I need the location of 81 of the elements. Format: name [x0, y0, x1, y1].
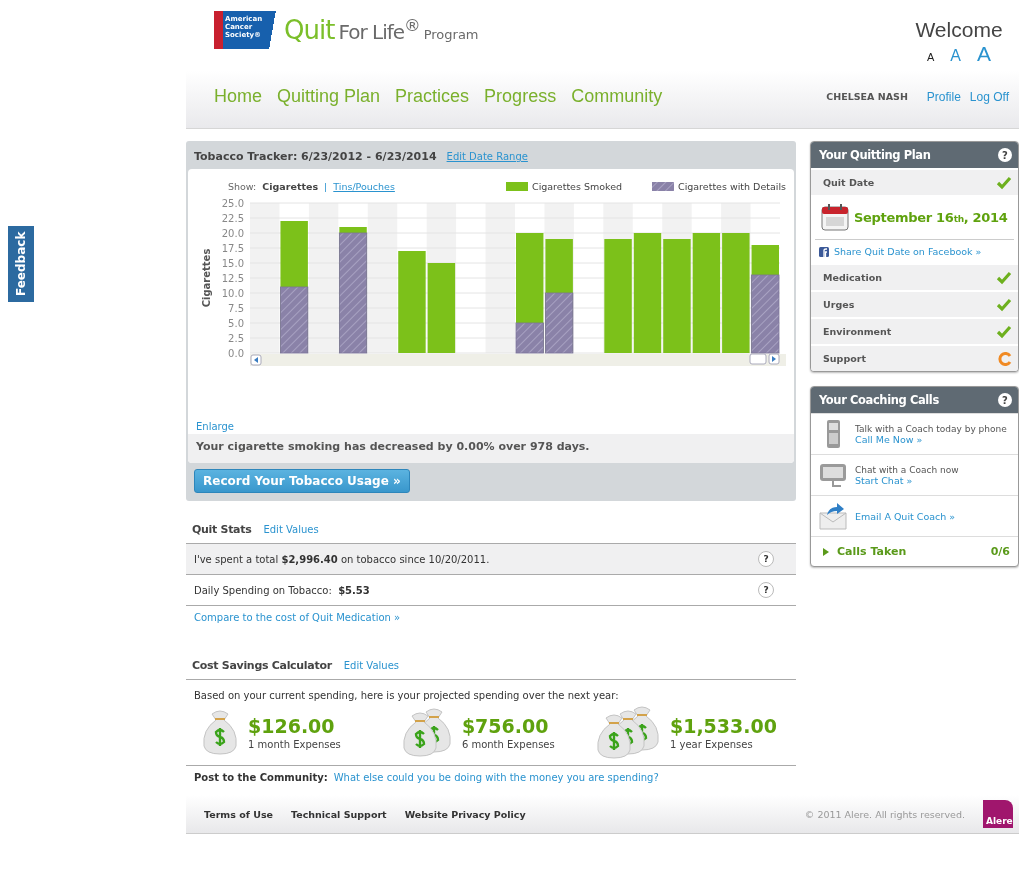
help-icon[interactable]: ?: [758, 551, 774, 567]
brand-name: For Life$^{®}$: [338, 16, 420, 44]
y-tick-label: 10.0: [221, 288, 244, 299]
expense-caption: 1 year Expenses: [669, 738, 754, 750]
section-title: Quit Stats: [192, 523, 252, 536]
summary-text: Your cigarette smoking has decreased by 0.00% over 978 days.: [188, 434, 794, 463]
expense-caption: 6 month Expenses: [461, 738, 555, 750]
coach-text: Chat with a Coach now: [855, 464, 959, 475]
nav-link[interactable]: Progress: [484, 86, 557, 107]
footer-link[interactable]: Technical Support: [291, 808, 387, 820]
y-tick-label: 15.0: [221, 258, 244, 269]
intro-text: Based on your current spending, here is your projected spending over the next year:: [194, 690, 620, 701]
expense-amount: $126.00: [248, 714, 336, 737]
legend-item: Cigarettes with Details: [652, 181, 787, 192]
nav-link[interactable]: Quitting Plan: [277, 86, 381, 107]
user-name: CHELSEA NASH: [826, 91, 908, 102]
y-axis-title: Cigarettes: [201, 248, 212, 308]
feedback-tab[interactable]: Feedback: [8, 226, 34, 302]
expense-caption: 1 month Expenses: [248, 738, 341, 750]
expense-amount: $1,533.00: [669, 714, 777, 737]
show-option[interactable]: Tins/Pouches: [333, 181, 395, 192]
expense-amount: $756.00: [461, 714, 550, 737]
account-link[interactable]: Profile: [926, 89, 961, 104]
legend-item: Cigarettes Smoked: [506, 181, 623, 192]
nav-link[interactable]: Practices: [395, 86, 470, 107]
edit-date-range-link[interactable]: Edit Date Range: [446, 151, 528, 162]
y-tick-label: 25.0: [221, 198, 244, 209]
company-logo: Alere: [983, 800, 1013, 828]
coach-link[interactable]: Email A Quit Coach »: [855, 510, 956, 522]
edit-values-link[interactable]: Edit Values: [263, 524, 319, 535]
enlarge-link[interactable]: Enlarge: [188, 379, 794, 434]
footer-link[interactable]: Website Privacy Policy: [404, 808, 526, 820]
section-title: Cost Savings Calculator: [192, 659, 332, 672]
plan-step-label[interactable]: Medication: [823, 272, 883, 283]
y-tick-label: 12.5: [221, 273, 244, 284]
coach-link[interactable]: Start Chat »: [855, 474, 959, 486]
coach-link[interactable]: Call Me Now »: [855, 433, 1007, 445]
y-tick-label: 0.0: [228, 348, 244, 359]
text-size-link[interactable]: A: [927, 51, 935, 63]
panel-title: Your Quitting Plan: [819, 148, 931, 162]
copyright-text: © 2011 Alere. All rights reserved.: [804, 808, 965, 820]
tracker-title: Tobacco Tracker: 6/23/2012 - 6/23/2014: [194, 150, 437, 163]
y-tick-label: 7.5: [228, 303, 244, 314]
coach-text: Talk with a Coach today by phone: [855, 423, 1007, 434]
help-icon[interactable]: ?: [998, 148, 1012, 162]
calls-taken-count: 0/6: [990, 545, 1010, 558]
show-label: Show:: [228, 181, 257, 192]
nav-link[interactable]: Community: [571, 86, 663, 107]
nav-link[interactable]: Home: [214, 86, 262, 107]
y-tick-label: 17.5: [221, 243, 244, 254]
stat-text: Daily Spending on Tobacco: $5.53: [194, 584, 370, 596]
post-label: Post to the Community:: [194, 772, 328, 783]
plan-step-label[interactable]: Urges: [823, 299, 855, 310]
help-icon[interactable]: ?: [998, 393, 1012, 407]
calls-taken-label[interactable]: Calls Taken: [837, 545, 907, 558]
plan-step-label[interactable]: Support: [823, 353, 866, 364]
stat-text: I've spent a total $2,996.40 on tobacco since 10/20/2011.: [194, 553, 490, 565]
legend-label: Cigarettes with Details: [678, 181, 787, 192]
welcome-text: Welcome: [915, 18, 1003, 42]
help-icon[interactable]: ?: [758, 582, 774, 598]
legend-label: Cigarettes Smoked: [532, 181, 623, 192]
footer-link[interactable]: Terms of Use: [204, 808, 273, 820]
show-option[interactable]: Cigarettes: [262, 181, 319, 192]
account-link[interactable]: Log Off: [969, 89, 1009, 104]
separator: |: [324, 181, 328, 192]
record-usage-button[interactable]: Record Your Tobacco Usage »: [194, 469, 410, 493]
plan-step-label[interactable]: Quit Date: [823, 177, 875, 188]
edit-values-link[interactable]: Edit Values: [343, 660, 399, 671]
y-tick-label: 22.5: [221, 213, 244, 224]
text-size-link[interactable]: A: [950, 47, 961, 65]
share-facebook-link[interactable]: Share Quit Date on Facebook »: [834, 246, 982, 257]
brand-name: Quit: [284, 15, 335, 45]
plan-step-label[interactable]: Environment: [823, 326, 892, 337]
panel-title: Your Coaching Calls: [819, 393, 939, 407]
text-size-link[interactable]: A: [977, 42, 991, 66]
y-tick-label: 5.0: [228, 318, 244, 329]
y-tick-label: 2.5: [228, 333, 244, 344]
post-link[interactable]: What else could you be doing with the money you are spending?: [333, 772, 659, 783]
compare-link[interactable]: Compare to the cost of Quit Medication »: [194, 612, 401, 623]
brand-subtitle: Program: [423, 26, 479, 42]
y-tick-label: 20.0: [221, 228, 244, 239]
